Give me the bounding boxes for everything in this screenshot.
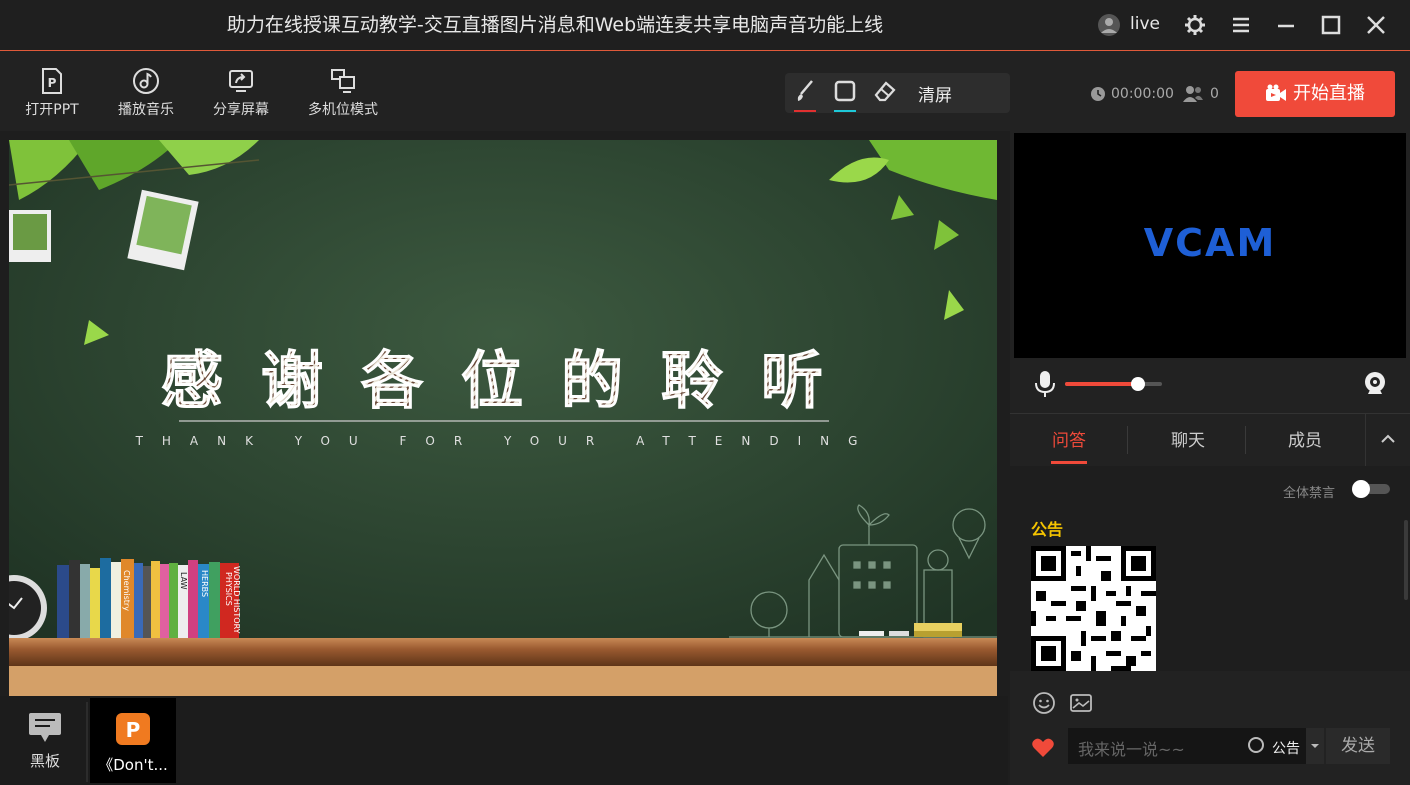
ppt-document-icon: P (116, 713, 150, 745)
play-music-button[interactable]: 播放音乐 (101, 67, 191, 119)
camera-label: VCAM (1143, 221, 1277, 265)
emoji-icon[interactable] (1032, 691, 1056, 715)
music-icon (133, 68, 159, 94)
gear-icon[interactable] (1182, 12, 1208, 38)
wooden-shelf (9, 638, 997, 666)
ppt-document-tab[interactable]: P 《Don't... (90, 698, 176, 783)
tab-qa[interactable]: 问答 (1019, 426, 1119, 451)
svg-text:P: P (48, 76, 57, 90)
volume-slider-thumb[interactable] (1130, 377, 1145, 391)
notice-radio[interactable] (1248, 737, 1264, 753)
video-camera-icon (1266, 84, 1286, 101)
open-ppt-button[interactable]: P 打开PPT (7, 67, 97, 119)
maximize-icon[interactable] (1318, 12, 1344, 38)
live-timer: 00:00:00 (1111, 86, 1174, 102)
volume-slider[interactable] (1065, 377, 1162, 391)
clock-icon (1091, 87, 1105, 101)
image-icon[interactable] (1069, 691, 1093, 715)
book-spine-herbs: HERBS (200, 570, 209, 597)
start-live-button[interactable]: 开始直播 (1235, 71, 1395, 117)
eraser-icon (874, 81, 896, 102)
share-screen-label: 分享屏幕 (213, 102, 269, 118)
drawing-tools: 清屏 (785, 73, 1010, 113)
menu-icon[interactable] (1228, 12, 1254, 38)
window-title: 助力在线授课互动教学-交互直播图片消息和Web端连麦共享电脑声音功能上线 (226, 14, 884, 36)
multi-camera-label: 多机位模式 (308, 102, 378, 118)
mute-all-label: 全体禁言 (1283, 486, 1336, 501)
ppt-document-label: 《Don't... (98, 756, 168, 774)
camera-preview[interactable]: VCAM (1014, 133, 1406, 358)
title-bar: 助力在线授课互动教学-交互直播图片消息和Web端连麦共享电脑声音功能上线 liv… (0, 0, 1410, 51)
brush-tool[interactable] (791, 77, 819, 113)
qr-code-image (1031, 546, 1156, 671)
play-music-label: 播放音乐 (118, 102, 174, 118)
brush-icon (797, 80, 813, 101)
book-spine-law: LAW (179, 572, 188, 590)
mute-all-toggle[interactable] (1352, 480, 1390, 498)
user-avatar-icon[interactable] (1096, 12, 1122, 38)
send-button[interactable]: 发送 (1326, 728, 1390, 764)
book-spine-chemistry: Chemistry (122, 570, 131, 611)
svg-text:P: P (126, 718, 141, 742)
message-input-box: 我来说一说~~ 公告 (1068, 728, 1324, 764)
open-ppt-label: 打开PPT (25, 102, 79, 118)
slide-thumbnails-bar: 黑板 P 《Don't... (0, 696, 1008, 785)
square-icon (834, 80, 856, 102)
heart-icon[interactable] (1031, 737, 1055, 759)
ppt-slide[interactable]: 感谢各位的聆听 THANK YOU FOR YOUR ATTENDING PHY… (0, 140, 999, 696)
user-name[interactable]: live (1130, 14, 1160, 34)
notice-dropdown[interactable] (1306, 728, 1324, 764)
active-tab-indicator (1051, 461, 1087, 464)
tab-chat[interactable]: 聊天 (1138, 426, 1238, 451)
webcam-icon[interactable] (1362, 370, 1388, 398)
chevron-up-icon[interactable] (1378, 430, 1398, 448)
slide-canvas: 感谢各位的聆听 THANK YOU FOR YOUR ATTENDING PHY… (0, 140, 999, 696)
shape-color-indicator (834, 110, 856, 112)
panel-tabs: 问答 聊天 成员 (1010, 413, 1410, 467)
users-icon (1183, 86, 1203, 102)
ppt-file-icon: P (42, 68, 62, 94)
blackboard-icon (29, 713, 61, 742)
minimize-icon[interactable] (1273, 12, 1299, 38)
message-input[interactable]: 我来说一说~~ (1078, 736, 1185, 760)
viewer-count: 0 (1210, 86, 1219, 102)
slide-heading: 感谢各位的聆听 (161, 344, 861, 417)
blackboard-label: 黑板 (29, 752, 60, 770)
share-screen-icon (229, 70, 253, 92)
microphone-icon[interactable] (1034, 370, 1056, 398)
brush-color-indicator (794, 110, 816, 112)
book-spine-world-history: WORLD HISTORY (232, 566, 241, 634)
clear-screen-button[interactable]: 清屏 (918, 81, 952, 106)
volume-slider-fill (1065, 382, 1138, 386)
start-live-label: 开始直播 (1293, 83, 1365, 104)
books-decoration (57, 558, 239, 638)
notice-option-label: 公告 (1272, 741, 1300, 757)
book-spine-physics: PHYSICS (224, 572, 233, 606)
notice-title: 公告 (1031, 520, 1064, 539)
shape-tool[interactable] (831, 77, 859, 113)
tab-members[interactable]: 成员 (1255, 426, 1355, 451)
share-screen-button[interactable]: 分享屏幕 (196, 67, 286, 119)
eraser-tool[interactable] (871, 77, 899, 113)
close-icon[interactable] (1363, 12, 1389, 38)
multi-camera-button[interactable]: 多机位模式 (298, 67, 388, 119)
qa-content: 全体禁言 公告 (1010, 466, 1410, 671)
blackboard-button[interactable]: 黑板 (10, 710, 80, 775)
caret-down-icon (1311, 744, 1319, 748)
slide-subheading: THANK YOU FOR YOUR ATTENDING (135, 434, 877, 448)
content-scrollbar[interactable] (1404, 520, 1408, 600)
multi-camera-icon (331, 69, 355, 93)
